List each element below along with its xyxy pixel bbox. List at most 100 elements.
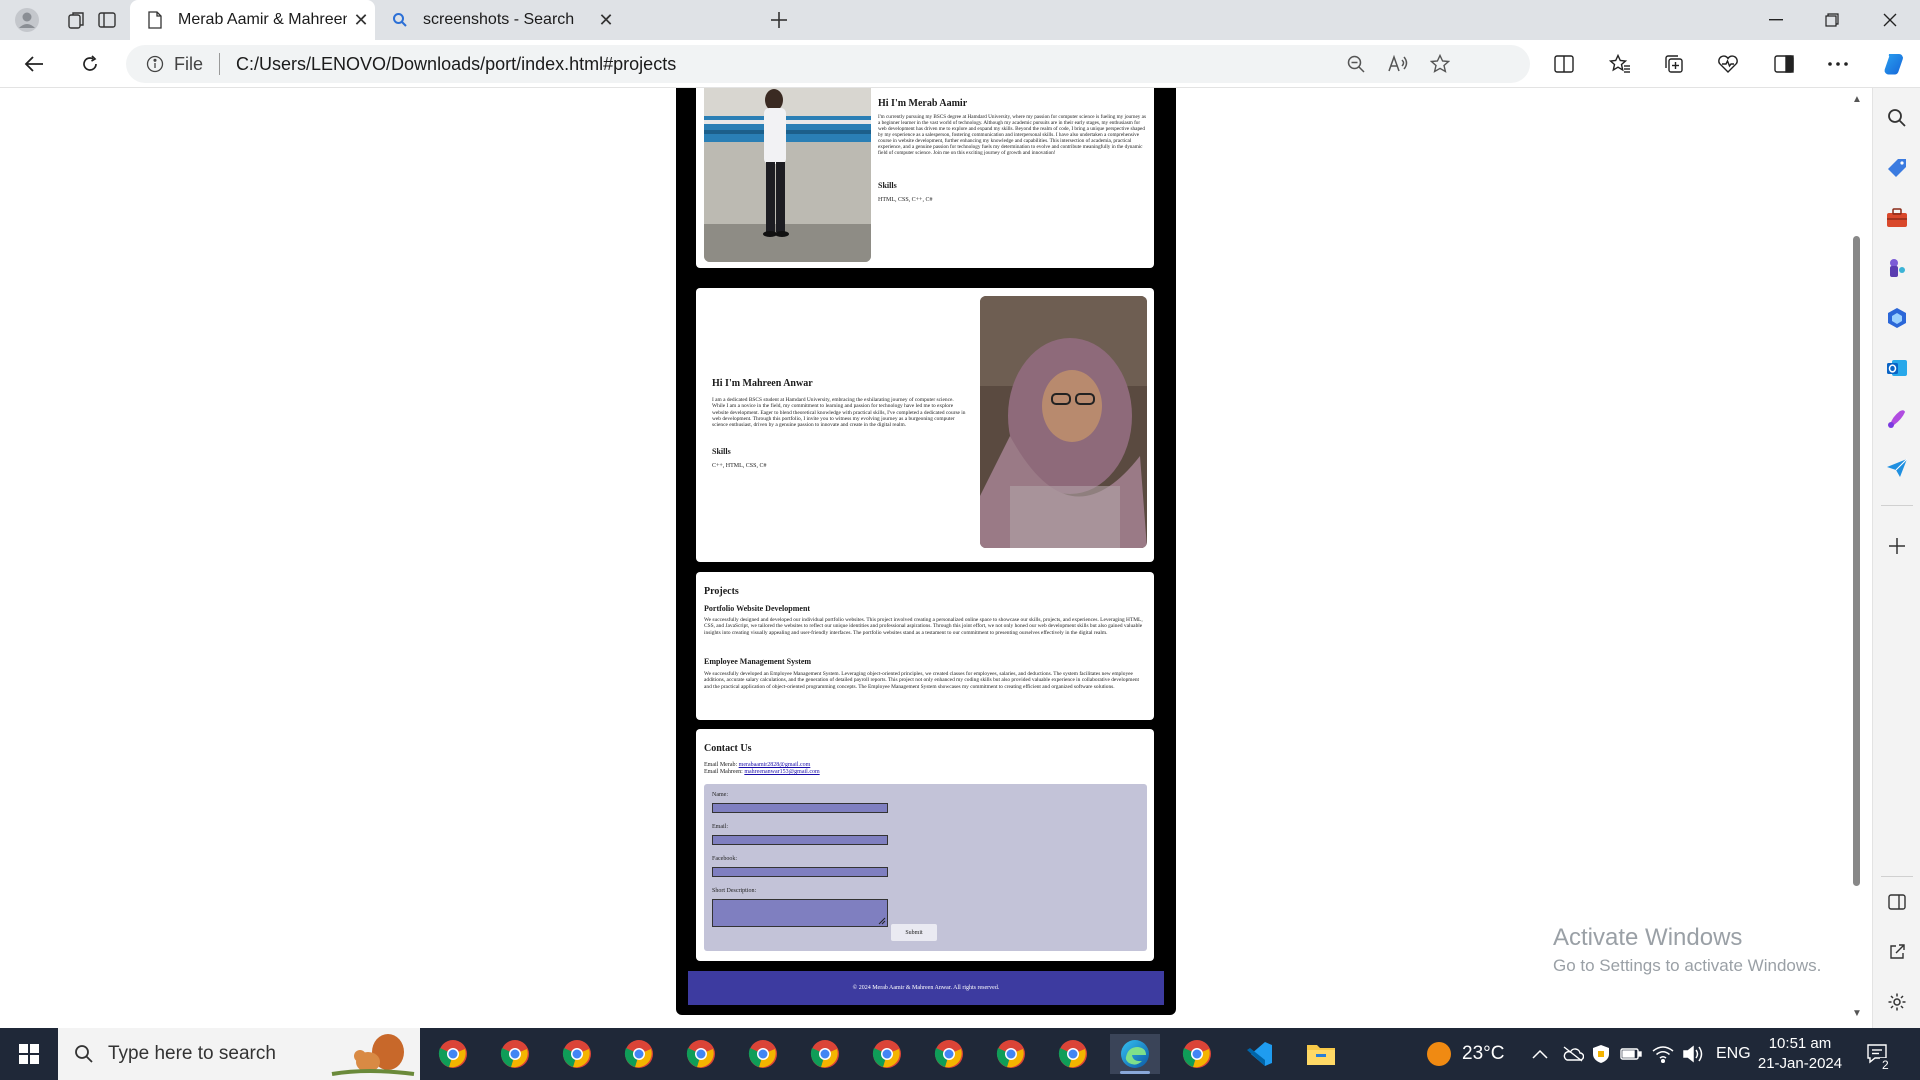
- clock-date: 21-Jan-2024: [1757, 1055, 1843, 1072]
- mahreen-skills: C++, HTML, CSS, C#: [712, 463, 767, 469]
- taskbar-vscode-app[interactable]: [1234, 1034, 1284, 1074]
- taskbar-chrome-app[interactable]: [676, 1034, 726, 1074]
- scrollbar-thumb[interactable]: [1853, 236, 1860, 886]
- designer-icon[interactable]: [1883, 404, 1911, 432]
- taskbar-chrome-app[interactable]: [1048, 1034, 1098, 1074]
- tab-bar: Merab Aamir & Mahreen Anwar ✕ screenshot…: [0, 0, 1920, 40]
- copilot-icon[interactable]: [1876, 48, 1912, 80]
- address-bar[interactable]: File C:/Users/LENOVO/Downloads/port/inde…: [126, 45, 1530, 83]
- shopping-tag-icon[interactable]: [1883, 154, 1911, 182]
- volume-icon[interactable]: [1682, 1028, 1704, 1080]
- scrollbar-track[interactable]: [1848, 88, 1872, 1028]
- settings-gear-icon[interactable]: [1883, 988, 1911, 1016]
- taskbar-chrome-app[interactable]: [490, 1034, 540, 1074]
- close-tab-icon[interactable]: ✕: [592, 10, 620, 31]
- facebook-input[interactable]: [712, 867, 888, 877]
- description-label: Short Description:: [712, 888, 757, 894]
- resize-handle-icon[interactable]: [878, 917, 886, 925]
- workspaces-icon[interactable]: [62, 6, 92, 34]
- portfolio-page: Hi I'm Merab Aamir I'm currently pursuin…: [676, 88, 1176, 1015]
- search-icon[interactable]: [1883, 104, 1911, 132]
- tab-actions-icon[interactable]: [92, 6, 122, 34]
- new-tab-button[interactable]: [764, 6, 794, 34]
- mahreen-email-link[interactable]: mahreenanwar153@gmail.com: [744, 769, 819, 775]
- info-icon[interactable]: [146, 55, 164, 73]
- taskbar-chrome-app[interactable]: [738, 1034, 788, 1074]
- weather-widget[interactable]: 23°C: [1426, 1028, 1504, 1080]
- notifications-icon[interactable]: 2: [1866, 1028, 1891, 1080]
- temperature: 23°C: [1462, 1043, 1505, 1064]
- taskbar-file-explorer-app[interactable]: [1296, 1034, 1346, 1074]
- active-indicator: [1120, 1071, 1150, 1074]
- more-options-icon[interactable]: [1820, 48, 1856, 80]
- browser-essentials-icon[interactable]: [1710, 48, 1746, 80]
- taskbar-search-box[interactable]: Type here to search: [58, 1028, 420, 1080]
- minimize-button[interactable]: [1748, 0, 1804, 40]
- tab-title: screenshots - Search: [423, 11, 575, 28]
- open-external-icon[interactable]: [1883, 938, 1911, 966]
- system-clock[interactable]: 10:51 am 21-Jan-2024: [1752, 1034, 1848, 1074]
- email-input[interactable]: [712, 835, 888, 845]
- search-placeholder: Type here to search: [108, 1043, 276, 1064]
- restore-button[interactable]: [1804, 0, 1860, 40]
- split-screen-icon[interactable]: [1546, 48, 1582, 80]
- language-indicator[interactable]: ENG: [1716, 1028, 1751, 1080]
- edge-sidebar: [1872, 88, 1920, 1028]
- sun-icon: [1427, 1042, 1451, 1066]
- start-button[interactable]: [0, 1028, 58, 1080]
- merab-email-label: Email Merab:: [704, 762, 738, 768]
- zoom-out-icon[interactable]: [1340, 48, 1372, 80]
- language-text: ENG: [1716, 1045, 1751, 1062]
- description-textarea[interactable]: [712, 899, 888, 927]
- send-icon[interactable]: [1883, 454, 1911, 482]
- collections-icon[interactable]: [1656, 48, 1692, 80]
- url-text[interactable]: C:/Users/LENOVO/Downloads/port/index.htm…: [236, 54, 676, 75]
- tab-merab-mahreen[interactable]: Merab Aamir & Mahreen Anwar ✕: [130, 0, 375, 40]
- microsoft-365-icon[interactable]: [1883, 304, 1911, 332]
- outlook-icon[interactable]: [1883, 354, 1911, 382]
- merab-photo: [704, 88, 871, 262]
- scroll-up-arrow[interactable]: ▲: [1849, 94, 1865, 105]
- refresh-button[interactable]: [72, 48, 108, 80]
- search-icon: [389, 12, 411, 28]
- mahreen-photo: [980, 296, 1147, 548]
- tab-screenshots-search[interactable]: screenshots - Search ✕: [375, 0, 620, 40]
- hide-sidebar-icon[interactable]: [1883, 888, 1911, 916]
- site-footer: © 2024 Merab Aamir & Mahreen Anwar. All …: [688, 971, 1164, 1005]
- scroll-down-arrow[interactable]: ▼: [1849, 1008, 1865, 1019]
- profile-icon[interactable]: [12, 6, 42, 34]
- taskbar-chrome-app[interactable]: [986, 1034, 1036, 1074]
- taskbar-chrome-app[interactable]: [428, 1034, 478, 1074]
- merab-email-link[interactable]: merabaamir2828@gmail.com: [739, 762, 811, 768]
- read-aloud-icon[interactable]: [1382, 48, 1414, 80]
- sidebar-toggle-icon[interactable]: [1766, 48, 1802, 80]
- battery-icon[interactable]: [1620, 1028, 1642, 1080]
- tools-briefcase-icon[interactable]: [1883, 204, 1911, 232]
- taskbar-chrome-app[interactable]: [614, 1034, 664, 1074]
- taskbar-edge-app[interactable]: [1110, 1034, 1160, 1074]
- favorites-icon[interactable]: [1602, 48, 1638, 80]
- games-icon[interactable]: [1883, 254, 1911, 282]
- favorite-star-icon[interactable]: [1424, 48, 1456, 80]
- back-button[interactable]: [16, 48, 52, 80]
- close-tab-icon[interactable]: ✕: [347, 10, 375, 31]
- close-window-button[interactable]: [1862, 0, 1918, 40]
- wifi-icon[interactable]: [1652, 1028, 1674, 1080]
- taskbar-chrome-app[interactable]: [800, 1034, 850, 1074]
- mahreen-skills-heading: Skills: [712, 447, 731, 456]
- contact-heading: Contact Us: [704, 743, 752, 754]
- show-hidden-icons[interactable]: [1532, 1028, 1548, 1080]
- name-input[interactable]: [712, 803, 888, 813]
- project-description: We successfully developed an Employee Ma…: [704, 671, 1140, 690]
- taskbar-chrome-app[interactable]: [924, 1034, 974, 1074]
- submit-button[interactable]: Submit: [891, 924, 937, 941]
- taskbar-chrome-app[interactable]: [1172, 1034, 1222, 1074]
- name-label: Name:: [712, 792, 728, 798]
- contact-form: Name: Email: Facebook: Short Description…: [704, 784, 1147, 951]
- taskbar-chrome-app[interactable]: [862, 1034, 912, 1074]
- add-icon[interactable]: [1883, 532, 1911, 560]
- onedrive-offline-icon[interactable]: [1562, 1028, 1584, 1080]
- activate-windows-watermark: Activate Windows Go to Settings to activ…: [1553, 924, 1821, 976]
- security-shield-icon[interactable]: [1592, 1028, 1610, 1080]
- taskbar-chrome-app[interactable]: [552, 1034, 602, 1074]
